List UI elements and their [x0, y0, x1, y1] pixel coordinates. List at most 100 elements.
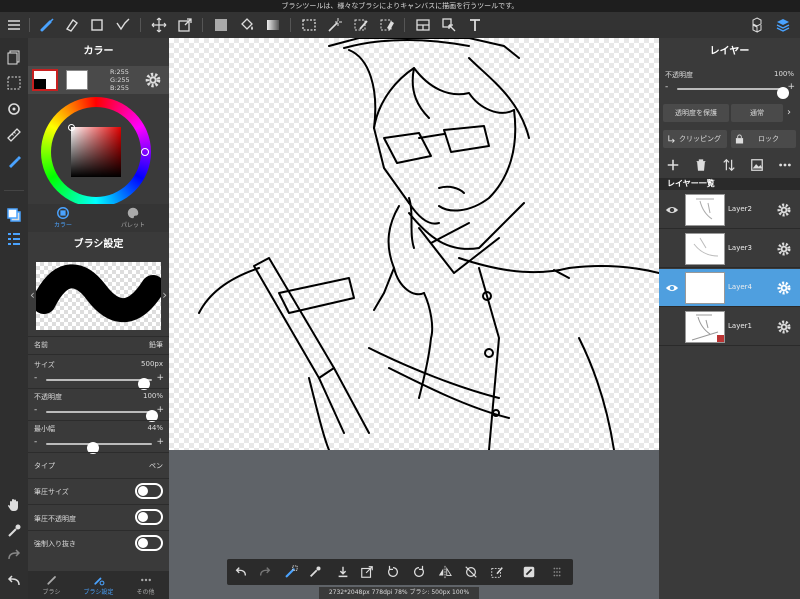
layer-settings-gear-icon[interactable] — [776, 241, 792, 257]
layer-row[interactable]: Layer2 — [659, 191, 800, 229]
quick-eyedropper-icon[interactable] — [305, 562, 325, 582]
layer-settings-gear-icon[interactable] — [776, 319, 792, 335]
select-eraser-icon[interactable] — [376, 15, 398, 35]
layer-settings-gear-icon[interactable] — [776, 202, 792, 218]
brush-stroke-preview — [32, 264, 165, 323]
opacity-minus[interactable]: - — [34, 405, 37, 415]
color-swatch-icon[interactable] — [3, 204, 25, 226]
force-taper-toggle[interactable] — [135, 535, 163, 551]
correction-brush-icon[interactable] — [112, 15, 134, 35]
layer-row[interactable]: Layer3 — [659, 230, 800, 268]
protect-alpha-button[interactable]: 透明度を保護 — [663, 104, 729, 122]
tab-color[interactable]: カラー — [28, 204, 98, 232]
undo-button-icon[interactable] — [231, 562, 251, 582]
layer-row-selected[interactable]: Layer4 — [659, 269, 800, 307]
palette-icon — [127, 207, 139, 219]
frame-divider-icon[interactable] — [412, 15, 434, 35]
redo-button-icon[interactable] — [255, 562, 275, 582]
rotate-right-icon[interactable] — [409, 562, 429, 582]
opacity-plus[interactable]: + — [156, 405, 164, 415]
opacity-label: 不透明度 — [34, 393, 62, 401]
flip-horizontal-icon[interactable] — [435, 562, 455, 582]
min-width-slider[interactable]: - + — [34, 437, 164, 454]
layer-more-icon[interactable] — [776, 156, 794, 174]
materials-icon[interactable] — [746, 15, 768, 35]
eyedropper-icon[interactable] — [3, 520, 25, 542]
menu-icon[interactable] — [3, 15, 25, 35]
gradient-tool-icon[interactable] — [262, 15, 284, 35]
prev-brush-icon[interactable]: ‹ — [30, 288, 35, 302]
layer-opacity-label: 不透明度 — [665, 71, 693, 79]
select-pen-icon[interactable] — [350, 15, 372, 35]
layer-list-icon[interactable] — [3, 228, 25, 250]
pressure-opacity-toggle[interactable] — [135, 509, 163, 525]
layer-row[interactable]: Layer1 — [659, 308, 800, 346]
brush-tool-icon[interactable] — [36, 15, 58, 35]
delete-layer-icon[interactable] — [692, 156, 710, 174]
hand-tool-icon[interactable] — [3, 494, 25, 516]
quick-transform-icon[interactable] — [357, 562, 377, 582]
blend-mode-button[interactable]: 通常 — [731, 104, 783, 122]
hue-wheel[interactable] — [41, 97, 151, 207]
saturation-value-square[interactable] — [71, 127, 121, 177]
rotate-canvas-icon[interactable] — [3, 98, 25, 120]
drawing-canvas[interactable] — [169, 38, 659, 450]
bucket-tool-icon[interactable] — [236, 15, 258, 35]
size-slider[interactable]: - + — [34, 373, 164, 390]
brush-name-value: 鉛筆 — [149, 341, 163, 349]
color-tab-icon — [57, 207, 69, 219]
move-tool-icon[interactable] — [148, 15, 170, 35]
tab-palette[interactable]: パレット — [98, 204, 168, 232]
layers-toggle-icon[interactable] — [772, 15, 794, 35]
add-layer-icon[interactable] — [664, 156, 682, 174]
layer-image-icon[interactable] — [748, 156, 766, 174]
eraser-tool-icon[interactable] — [60, 15, 82, 35]
size-plus[interactable]: + — [156, 373, 164, 383]
shape-tool-icon[interactable] — [86, 15, 108, 35]
tab-brush[interactable]: ブラシ — [28, 571, 75, 599]
pressure-size-toggle[interactable] — [135, 483, 163, 499]
blend-row: 透明度を保護 通常 › — [663, 104, 796, 122]
visibility-eye-icon[interactable] — [665, 281, 679, 295]
grip-handle-icon[interactable] — [547, 562, 567, 582]
next-brush-icon[interactable]: › — [162, 288, 167, 302]
layer-opacity-slider[interactable]: - + — [665, 82, 795, 99]
tab-more[interactable]: その他 — [122, 571, 169, 599]
transparent-color-swatch[interactable] — [66, 70, 88, 90]
select-tool-icon[interactable] — [298, 15, 320, 35]
min-width-minus[interactable]: - — [34, 437, 37, 447]
tab-color-label: カラー — [53, 222, 72, 229]
pages-icon[interactable] — [3, 46, 25, 68]
magic-wand-icon[interactable] — [324, 15, 346, 35]
tab-brush-settings[interactable]: ブラシ設定 — [75, 571, 122, 599]
text-tool-icon[interactable] — [464, 15, 486, 35]
size-minus[interactable]: - — [34, 373, 37, 383]
undo-icon[interactable] — [3, 570, 25, 592]
layer-opacity-plus[interactable]: + — [787, 82, 795, 92]
reorder-layer-icon[interactable] — [720, 156, 738, 174]
operation-tool-icon[interactable] — [438, 15, 460, 35]
layer-thumbnail — [685, 194, 725, 226]
secondary-color-chip[interactable] — [34, 79, 46, 89]
select-edit-icon[interactable] — [487, 562, 507, 582]
main-color-swatch[interactable] — [32, 69, 58, 91]
visibility-eye-icon[interactable] — [665, 203, 679, 217]
layer-opacity-minus[interactable]: - — [665, 82, 668, 92]
transform-tool-icon[interactable] — [174, 15, 196, 35]
layer-settings-gear-icon[interactable] — [776, 280, 792, 296]
fill-color-icon[interactable] — [210, 15, 232, 35]
ruler-icon[interactable] — [3, 124, 25, 146]
selection-display-icon[interactable] — [3, 72, 25, 94]
snap-toggle-icon[interactable] — [519, 562, 539, 582]
redo-icon[interactable] — [3, 544, 25, 566]
blend-chevron-icon[interactable]: › — [787, 107, 791, 118]
rotate-left-icon[interactable] — [383, 562, 403, 582]
snap-pen-icon[interactable] — [3, 150, 25, 172]
color-settings-gear-icon[interactable] — [144, 71, 162, 89]
layer-name: Layer2 — [728, 205, 752, 213]
save-download-icon[interactable] — [333, 562, 353, 582]
reset-rotation-icon[interactable] — [461, 562, 481, 582]
min-width-plus[interactable]: + — [156, 437, 164, 447]
opacity-slider[interactable]: - + — [34, 405, 164, 422]
quick-brush-icon[interactable] — [281, 562, 301, 582]
